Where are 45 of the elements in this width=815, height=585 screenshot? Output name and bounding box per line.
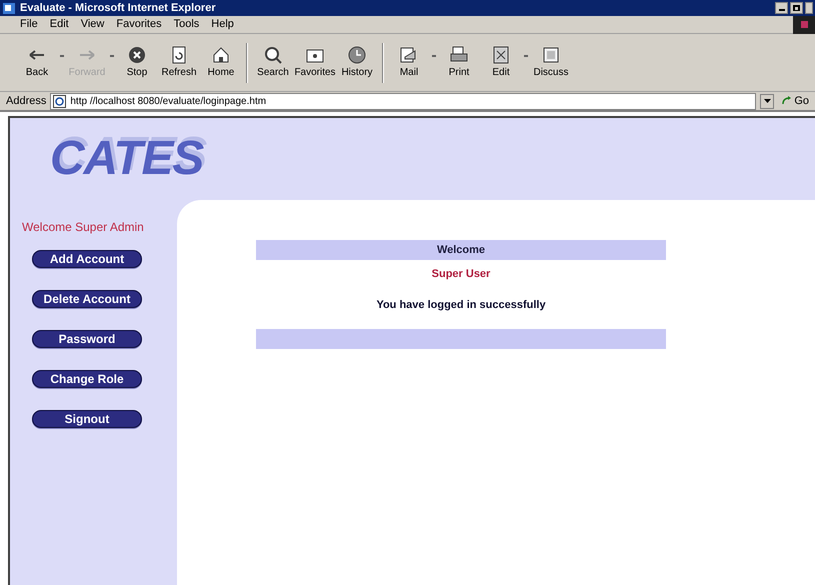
go-arrow-icon bbox=[782, 96, 792, 106]
go-button[interactable]: Go bbox=[782, 92, 809, 110]
welcome-text: Welcome Super Admin bbox=[21, 219, 145, 236]
edit-icon bbox=[491, 45, 511, 65]
nav-button[interactable]: Change Role bbox=[32, 370, 142, 388]
nav-button[interactable]: Add Account bbox=[32, 250, 142, 268]
address-field[interactable]: http //localhost 8080/evaluate/loginpage.htm bbox=[50, 92, 756, 110]
panel-header: Welcome bbox=[256, 240, 666, 260]
windows-logo-icon bbox=[793, 16, 815, 34]
toolbar-button[interactable]: Home bbox=[200, 45, 242, 80]
menu-item[interactable]: Help bbox=[211, 16, 234, 33]
browser-icon bbox=[2, 2, 16, 14]
toolbar-button[interactable]: Refresh bbox=[158, 45, 200, 80]
menu-item[interactable]: Tools bbox=[174, 16, 200, 33]
search-icon bbox=[263, 45, 283, 65]
toolbar-button[interactable]: Edit bbox=[480, 45, 522, 80]
page-icon bbox=[53, 94, 66, 108]
window-title: Evaluate - Microsoft Internet Explorer bbox=[20, 0, 216, 16]
toolbar-button[interactable]: Back bbox=[16, 45, 58, 80]
toolbar-button[interactable]: Print bbox=[438, 45, 480, 80]
stop-icon bbox=[127, 45, 147, 65]
minimize-button[interactable] bbox=[775, 2, 788, 14]
discuss-icon bbox=[541, 45, 561, 65]
toolbar-button[interactable]: Mail bbox=[388, 45, 430, 80]
toolbar-button[interactable]: History bbox=[336, 45, 378, 80]
success-message: You have logged in successfully bbox=[376, 298, 546, 312]
nav-button[interactable]: Signout bbox=[32, 410, 142, 428]
address-label: Address bbox=[6, 94, 46, 109]
restore-button[interactable] bbox=[790, 2, 803, 14]
toolbar-button[interactable]: Stop bbox=[116, 45, 158, 80]
toolbar-button[interactable]: Favorites bbox=[294, 45, 336, 80]
menu-item[interactable]: Favorites bbox=[116, 16, 162, 33]
menu-item[interactable]: File bbox=[20, 16, 38, 33]
history-icon bbox=[347, 45, 367, 65]
home-icon bbox=[211, 45, 231, 65]
dropdown-button[interactable] bbox=[760, 94, 774, 108]
logo: CATES bbox=[50, 131, 204, 187]
caret-icon bbox=[764, 99, 771, 103]
nav-button[interactable]: Delete Account bbox=[32, 290, 142, 308]
nav-button[interactable]: Password bbox=[32, 330, 142, 348]
menu-item[interactable]: Edit bbox=[50, 16, 69, 33]
toolbar-button[interactable]: Search bbox=[252, 45, 294, 80]
menu-item[interactable]: View bbox=[80, 16, 104, 33]
user-name: Super User bbox=[432, 267, 490, 282]
toolbar-button[interactable]: Discuss bbox=[530, 45, 572, 80]
